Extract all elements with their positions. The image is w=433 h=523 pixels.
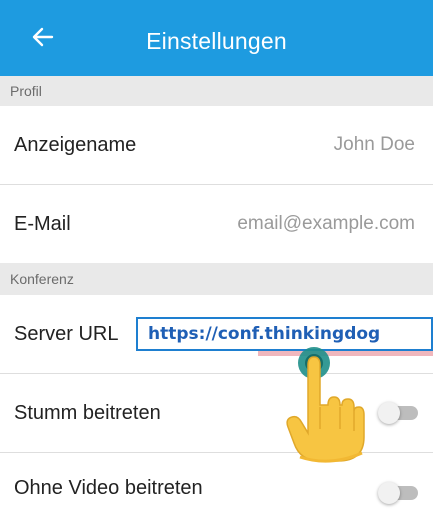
toggle-knob [378, 482, 400, 504]
email-label: E-Mail [14, 212, 71, 235]
email-row[interactable]: E-Mail email@example.com [0, 185, 433, 263]
no-video-label: Ohne Video beitreten [14, 476, 203, 499]
section-header-conference: Konferenz [0, 263, 433, 295]
server-url-label: Server URL [14, 322, 119, 345]
no-video-toggle[interactable] [378, 482, 418, 504]
page-title: Einstellungen [146, 28, 287, 54]
section-header-profile: Profil [0, 76, 433, 106]
start-muted-toggle[interactable] [378, 402, 418, 424]
display-name-row[interactable]: Anzeigename John Doe [0, 106, 433, 184]
tap-hand-icon [286, 347, 365, 463]
toggle-knob [378, 402, 400, 424]
app-bar: Einstellungen [0, 0, 433, 76]
start-muted-label: Stumm beitreten [14, 401, 161, 424]
display-name-value[interactable]: John Doe [334, 134, 415, 156]
display-name-label: Anzeigename [14, 133, 137, 156]
email-field[interactable]: email@example.com [237, 213, 415, 235]
